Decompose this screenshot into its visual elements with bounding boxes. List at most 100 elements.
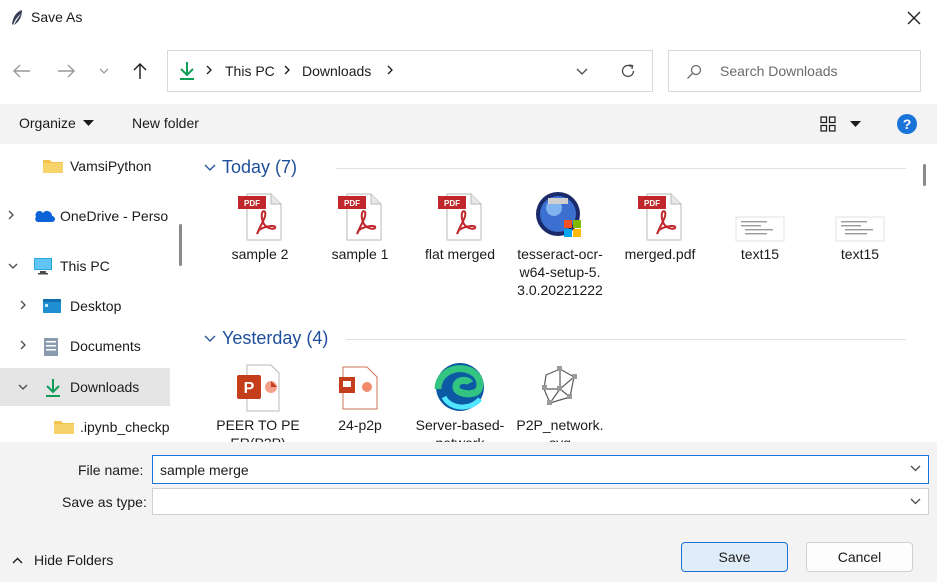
file-name-input[interactable] <box>160 460 890 480</box>
file-name: text15 <box>740 246 780 262</box>
caret-down-icon <box>83 120 94 126</box>
breadcrumb-this-pc[interactable]: This PC <box>225 63 275 79</box>
download-arrow-icon <box>180 62 194 80</box>
documents-icon <box>44 338 58 356</box>
folder-icon <box>43 160 63 173</box>
chevron-down-icon <box>99 68 109 74</box>
recent-locations-button[interactable] <box>92 58 116 84</box>
sidebar-item-label: .ipynb_checkp <box>80 419 170 435</box>
sidebar-item-label: VamsiPython <box>70 158 152 174</box>
file-item[interactable]: tesseract-ocr-w64-setup-5.3.0.20221222 <box>514 188 606 299</box>
presentation-icon <box>339 366 378 410</box>
pdf-icon: PDF <box>338 193 382 241</box>
text-document-icon <box>835 216 885 242</box>
chevron-down-icon[interactable] <box>910 498 921 505</box>
svg-text:PDF: PDF <box>644 199 660 208</box>
up-button[interactable] <box>127 58 153 84</box>
help-icon[interactable]: ? <box>897 114 917 134</box>
download-arrow-icon <box>46 379 60 397</box>
group-divider <box>336 168 906 169</box>
file-name-field[interactable] <box>152 455 929 484</box>
view-grid-icon[interactable] <box>820 116 836 132</box>
sidebar-item-label: Documents <box>70 338 141 354</box>
powerpoint-icon: P <box>237 364 280 412</box>
file-name: sample 1 <box>331 246 389 262</box>
edge-icon <box>434 363 484 411</box>
file-item[interactable]: PDF sample 2 <box>214 188 306 263</box>
cancel-button[interactable]: Cancel <box>806 542 913 572</box>
file-name: PEER TO PEER(P2P) <box>216 417 300 442</box>
arrow-up-icon <box>133 63 147 79</box>
svg-text:PDF: PDF <box>344 199 360 208</box>
close-button[interactable] <box>891 0 937 36</box>
sidebar-item-desktop[interactable]: Desktop <box>0 287 170 325</box>
breadcrumb-downloads[interactable]: Downloads <box>302 63 371 79</box>
file-list-scrollbar[interactable] <box>923 164 926 186</box>
address-bar[interactable]: This PC Downloads <box>167 50 653 92</box>
sidebar-item-label: OneDrive - Perso <box>60 208 169 224</box>
sidebar-item-label: Downloads <box>70 379 140 395</box>
search-placeholder: Search Downloads <box>720 63 838 79</box>
chevron-right-icon <box>284 65 290 75</box>
file-list: Today (7) PDF sample 2 PDF sample 1 PDF … <box>186 144 937 442</box>
group-label: Yesterday (4) <box>222 328 329 348</box>
chevron-right-icon[interactable] <box>20 300 26 310</box>
refresh-icon[interactable] <box>620 63 636 79</box>
search-icon <box>687 64 702 79</box>
chevron-down-icon <box>204 335 216 342</box>
sidebar-item-ipynb-checkpoints[interactable]: .ipynb_checkp <box>0 408 170 442</box>
save-type-select[interactable] <box>152 488 929 515</box>
sidebar-scrollbar[interactable] <box>179 224 182 266</box>
file-name: merged.pdf <box>624 246 696 262</box>
save-button[interactable]: Save <box>681 542 788 572</box>
chevron-right-icon[interactable] <box>8 210 14 220</box>
sidebar-item-documents[interactable]: Documents <box>0 327 170 365</box>
desktop-icon <box>43 299 61 313</box>
file-item[interactable]: text15 <box>714 188 806 263</box>
file-name: P2P_network.svg <box>516 417 604 442</box>
file-item[interactable]: PDF flat merged <box>414 188 506 263</box>
chevron-down-icon[interactable] <box>8 263 18 269</box>
file-item[interactable]: Server-based-network <box>414 359 506 442</box>
search-box[interactable]: Search Downloads <box>668 50 921 92</box>
back-button[interactable] <box>9 58 35 84</box>
organize-button[interactable]: Organize <box>19 115 76 131</box>
file-item[interactable]: PDF merged.pdf <box>614 188 706 263</box>
window-title: Save As <box>31 9 83 25</box>
file-item[interactable]: P2P_network.svg <box>514 359 606 442</box>
file-item[interactable]: PDF sample 1 <box>314 188 406 263</box>
chevron-down-icon <box>204 164 216 171</box>
file-item[interactable]: 24-p2p <box>314 359 406 434</box>
file-name: sample 2 <box>231 246 289 262</box>
sidebar-item-onedrive[interactable]: OneDrive - Perso <box>0 197 170 235</box>
svg-text:PDF: PDF <box>444 199 460 208</box>
chevron-up-icon <box>12 557 23 564</box>
chevron-down-icon[interactable] <box>18 384 28 390</box>
sidebar-item-this-pc[interactable]: This PC <box>0 247 170 285</box>
onedrive-icon <box>35 210 55 222</box>
sidebar-item-downloads[interactable]: Downloads <box>0 368 170 406</box>
navigation-bar: This PC Downloads Search Downloads <box>0 36 937 104</box>
pdf-icon: PDF <box>238 193 282 241</box>
address-dropdown-icon[interactable] <box>576 68 588 75</box>
chevron-down-icon[interactable] <box>910 465 921 472</box>
sidebar-item-label: This PC <box>60 258 110 274</box>
arrow-right-icon <box>58 64 75 78</box>
feather-icon <box>12 10 22 25</box>
close-icon <box>907 11 921 25</box>
sidebar-item-vamsipython[interactable]: VamsiPython <box>0 147 170 185</box>
command-bar: Organize New folder <box>0 104 937 144</box>
caret-down-icon[interactable] <box>850 121 861 127</box>
file-name: 24-p2p <box>338 417 382 433</box>
svg-file-icon <box>542 366 577 407</box>
title-bar: Save As <box>0 0 937 36</box>
svg-text:P: P <box>244 380 255 397</box>
file-name: tesseract-ocr-w64-setup-5.3.0.20221222 <box>517 246 603 298</box>
chevron-right-icon <box>387 65 393 75</box>
file-item[interactable]: P PEER TO PEER(P2P) <box>212 359 304 442</box>
new-folder-button[interactable]: New folder <box>132 115 199 131</box>
file-item[interactable]: text15 <box>814 188 906 263</box>
forward-button[interactable] <box>53 58 79 84</box>
chevron-right-icon[interactable] <box>20 340 26 350</box>
sidebar-item-label: Desktop <box>70 298 122 314</box>
